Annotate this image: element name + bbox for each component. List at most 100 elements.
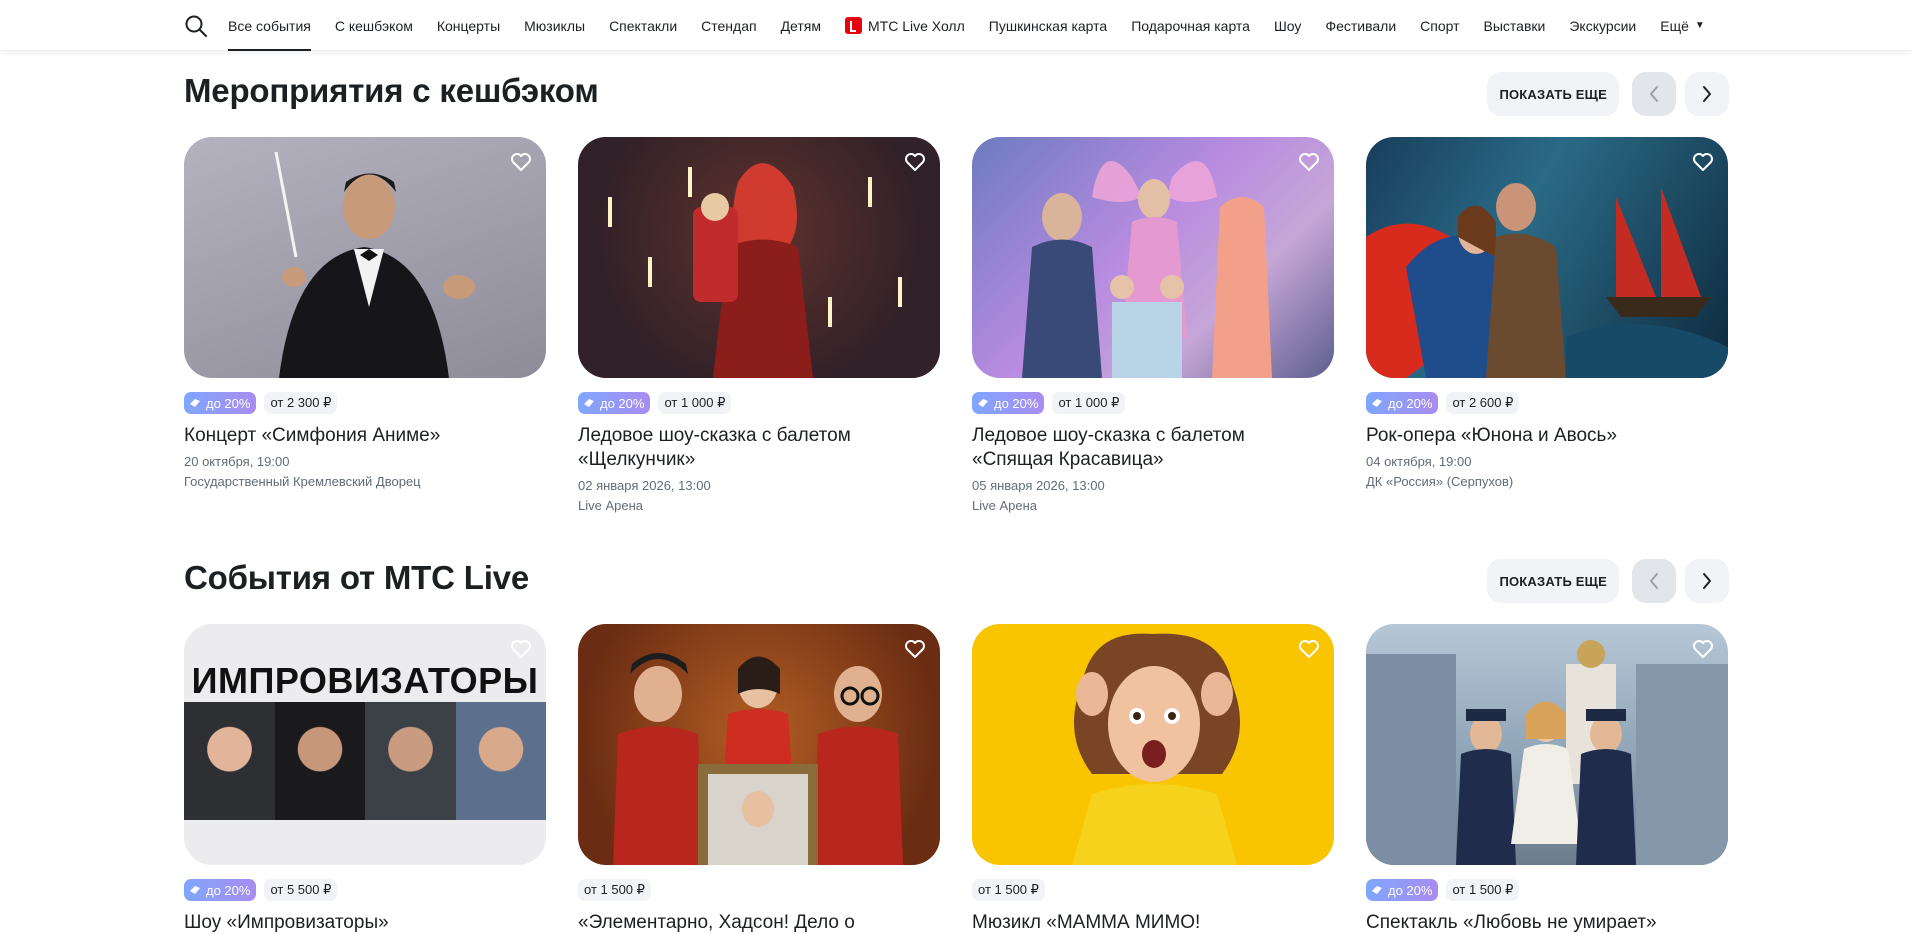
favorite-button[interactable] — [1296, 149, 1322, 175]
event-date: 20 октября, 19:00 — [184, 454, 290, 469]
show-more-button[interactable]: ПОКАЗАТЬ ЕЩЕ — [1487, 72, 1619, 116]
event-card[interactable]: от 1 500 ₽ Мюзикл «МАММА МИМО! — [972, 624, 1334, 935]
event-image — [972, 624, 1334, 865]
price-badge: от 1 500 ₽ — [972, 879, 1045, 901]
event-image — [578, 624, 940, 865]
event-venue: Live Арена — [972, 498, 1037, 513]
cashback-badge: до 20% — [184, 392, 257, 414]
conductor-illustration — [274, 151, 475, 378]
section-title: Мероприятия с кешбэком — [184, 72, 599, 109]
carousel-next-button[interactable] — [1685, 72, 1729, 116]
show-more-button[interactable]: ПОКАЗАТЬ ЕЩЕ — [1487, 559, 1619, 603]
nav-item-plays[interactable]: Спектакли — [609, 0, 677, 51]
cashback-icon — [1372, 399, 1382, 407]
heart-icon — [905, 640, 925, 658]
nav-item-musicals[interactable]: Мюзиклы — [524, 0, 585, 51]
cashback-icon — [584, 399, 594, 407]
event-card[interactable]: ИМПРОВИЗАТОРЫ до 20% от 5 500 ₽ Шоу «Имп… — [184, 624, 546, 935]
event-card[interactable]: от 1 500 ₽ «Элементарно, Хадсон! Дело о — [578, 624, 940, 935]
nav-more-dropdown[interactable]: Ещё ▼ — [1660, 0, 1705, 51]
favorite-button[interactable] — [902, 149, 928, 175]
nutcracker-illustration — [578, 137, 940, 378]
nav-item-exhibitions[interactable]: Выставки — [1484, 0, 1546, 51]
nav-item-kids[interactable]: Детям — [781, 0, 821, 51]
price-badge: от 2 600 ₽ — [1446, 392, 1520, 414]
event-venue: Live Арена — [578, 498, 643, 513]
mamma-mimo-illustration — [1072, 633, 1240, 865]
event-title[interactable]: Шоу «Импровизаторы» — [184, 911, 484, 935]
search-button[interactable] — [184, 0, 214, 51]
juno-avos-illustration — [1366, 183, 1728, 378]
nav-item-excursions[interactable]: Экскурсии — [1569, 0, 1636, 51]
nav-item-sport[interactable]: Спорт — [1420, 0, 1459, 51]
price-badge: от 1 000 ₽ — [1052, 392, 1126, 414]
search-icon — [185, 15, 207, 37]
nav-item-gift-card[interactable]: Подарочная карта — [1131, 0, 1250, 51]
event-image — [184, 137, 546, 378]
event-title[interactable]: Спектакль «Любовь не умирает» — [1366, 911, 1666, 935]
mts-live-logo-icon — [844, 17, 862, 34]
heart-icon — [1299, 640, 1319, 658]
heart-icon — [1693, 640, 1713, 658]
heart-icon — [511, 640, 531, 658]
event-venue: Государственный Кремлевский Дворец — [184, 474, 421, 489]
event-image — [972, 137, 1334, 378]
event-image: ИМПРОВИЗАТОРЫ — [184, 624, 546, 865]
carousel-prev-button[interactable] — [1632, 72, 1676, 116]
cashback-icon — [190, 886, 200, 894]
event-card[interactable]: до 20% от 1 500 ₽ Спектакль «Любовь не у… — [1366, 624, 1728, 935]
chevron-right-icon — [1703, 86, 1711, 102]
chevron-right-icon — [1703, 573, 1711, 589]
nav-item-cashback[interactable]: С кешбэком — [335, 0, 413, 51]
section-cashback-events: Мероприятия с кешбэком ПОКАЗАТЬ ЕЩЕ до 2… — [184, 51, 1729, 516]
event-card[interactable]: до 20% от 2 600 ₽ Рок-опера «Юнона и Аво… — [1366, 137, 1728, 516]
favorite-button[interactable] — [508, 149, 534, 175]
event-card[interactable]: до 20% от 1 000 ₽ Ледовое шоу-сказка с б… — [972, 137, 1334, 516]
heart-icon — [1299, 153, 1319, 171]
cashback-badge: до 20% — [1366, 879, 1439, 901]
nav-item-pushkin-card[interactable]: Пушкинская карта — [989, 0, 1107, 51]
event-venue: ДК «Россия» (Серпухов) — [1366, 474, 1514, 489]
event-title[interactable]: «Элементарно, Хадсон! Дело о — [578, 911, 878, 935]
event-card[interactable]: до 20% от 1 000 ₽ Ледовое шоу-сказка с б… — [578, 137, 940, 516]
price-badge: от 5 500 ₽ — [264, 879, 338, 901]
price-badge: от 1 000 ₽ — [658, 392, 732, 414]
event-title[interactable]: Ледовое шоу-сказка с балетом «Щелкунчик» — [578, 424, 878, 472]
top-navigation: Все события С кешбэком Концерты Мюзиклы … — [0, 0, 1912, 51]
favorite-button[interactable] — [508, 636, 534, 662]
event-title[interactable]: Концерт «Симфония Аниме» — [184, 424, 484, 448]
nav-item-festivals[interactable]: Фестивали — [1325, 0, 1396, 51]
event-image — [1366, 624, 1728, 865]
event-title[interactable]: Ледовое шоу-сказка с балетом «Спящая Кра… — [972, 424, 1272, 472]
price-badge: от 1 500 ₽ — [1446, 879, 1520, 901]
event-image-title: ИМПРОВИЗАТОРЫ — [191, 660, 539, 701]
price-badge: от 2 300 ₽ — [264, 392, 338, 414]
section-mts-live-events: События от МТС Live ПОКАЗАТЬ ЕЩЕ ИМПРОВИ… — [184, 538, 1729, 935]
favorite-button[interactable] — [1296, 636, 1322, 662]
nav-item-concerts[interactable]: Концерты — [437, 0, 500, 51]
chevron-left-icon — [1650, 573, 1658, 589]
event-date: 05 января 2026, 13:00 — [972, 478, 1105, 493]
heart-icon — [511, 153, 531, 171]
favorite-button[interactable] — [1690, 636, 1716, 662]
performers-photo — [184, 702, 546, 820]
nav-item-standup[interactable]: Стендап — [701, 0, 756, 51]
carousel-prev-button[interactable] — [1632, 559, 1676, 603]
heart-icon — [1693, 153, 1713, 171]
favorite-button[interactable] — [1690, 149, 1716, 175]
nav-item-all-events[interactable]: Все события — [228, 0, 311, 51]
event-card[interactable]: до 20% от 2 300 ₽ Концерт «Симфония Аним… — [184, 137, 546, 516]
event-title[interactable]: Рок-опера «Юнона и Авось» — [1366, 424, 1666, 448]
cashback-badge: до 20% — [972, 392, 1045, 414]
favorite-button[interactable] — [902, 636, 928, 662]
nav-item-mts-live-hall[interactable]: МТС Live Холл — [844, 0, 965, 51]
cashback-icon — [1372, 886, 1382, 894]
section-title: События от МТС Live — [184, 559, 529, 596]
price-badge: от 1 500 ₽ — [578, 879, 651, 901]
caret-down-icon: ▼ — [1694, 20, 1705, 31]
nav-item-show[interactable]: Шоу — [1274, 0, 1301, 51]
carousel-next-button[interactable] — [1685, 559, 1729, 603]
event-title[interactable]: Мюзикл «МАММА МИМО! — [972, 911, 1272, 935]
chevron-left-icon — [1650, 86, 1658, 102]
event-image — [578, 137, 940, 378]
